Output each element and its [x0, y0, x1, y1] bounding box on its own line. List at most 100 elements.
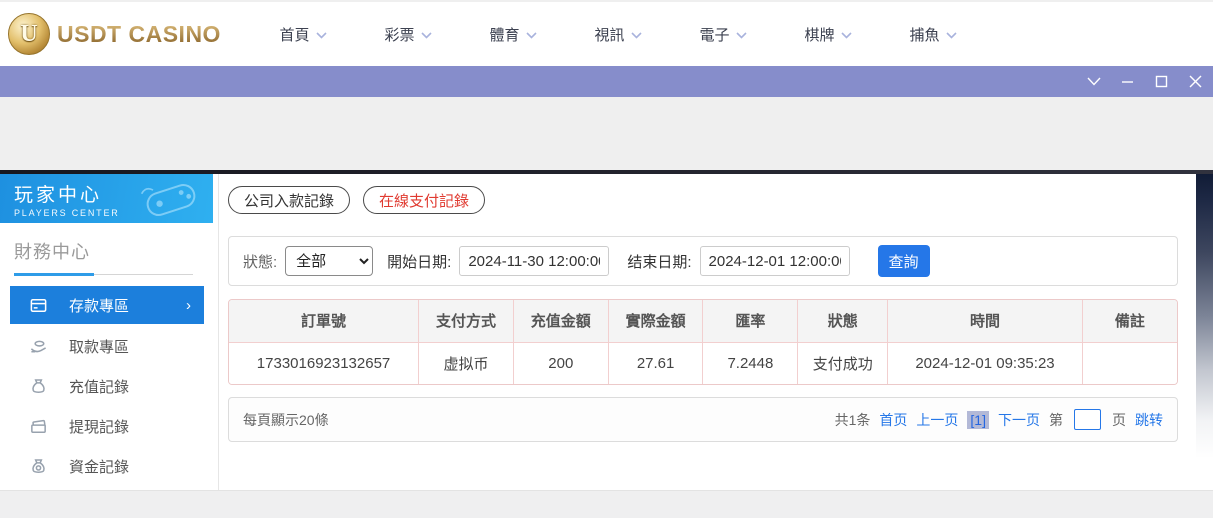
col-payment-method: 支付方式	[419, 300, 514, 342]
col-remark: 備註	[1082, 300, 1177, 342]
filter-bar: 狀態: 全部 開始日期: 结束日期: 查詢	[228, 236, 1178, 286]
sidebar-item-recharge-record[interactable]: 充值記錄	[0, 366, 213, 406]
col-time: 時間	[888, 300, 1082, 342]
sidebar: 玩家中心 PLAYERS CENTER 財務中心 存款專區	[0, 174, 213, 490]
pagination-controls: 共1条 首页 上一页 [1] 下一页 第 页 跳转	[835, 409, 1163, 430]
chevron-right-icon: ›	[186, 297, 191, 314]
col-status: 狀態	[798, 300, 888, 342]
content-area: 玩家中心 PLAYERS CENTER 財務中心 存款專區	[0, 174, 1213, 490]
nav-item-fishing[interactable]: 捕魚	[881, 24, 986, 45]
chevron-down-icon	[421, 32, 432, 39]
col-exchange-rate: 匯率	[703, 300, 798, 342]
spacer-band	[0, 97, 1213, 170]
end-date-input[interactable]	[700, 246, 850, 276]
nav-label: 棋牌	[804, 24, 834, 45]
gamepad-icon	[137, 179, 205, 221]
nav-label: 首頁	[279, 24, 309, 45]
recharge-bag-icon	[29, 377, 48, 396]
sidebar-item-label: 取款專區	[69, 336, 129, 357]
col-recharge-amount: 充值金額	[513, 300, 608, 342]
cell-remark	[1082, 342, 1177, 384]
withdraw-hand-icon	[29, 337, 48, 356]
nav-label: 電子	[699, 24, 729, 45]
cell-recharge-amount: 200	[513, 342, 608, 384]
brand-logo[interactable]: U USDT CASINO	[8, 13, 221, 55]
start-date-input[interactable]	[459, 246, 609, 276]
tab-company-deposit-record[interactable]: 公司入款記錄	[228, 186, 350, 214]
end-date-label: 结束日期:	[627, 251, 691, 272]
minimize-icon[interactable]	[1119, 73, 1136, 90]
col-order-number: 訂單號	[229, 300, 419, 342]
table-header-row: 訂單號 支付方式 充值金額 實際金額 匯率 狀態 時間 備註	[229, 300, 1177, 342]
nav-label: 捕魚	[909, 24, 939, 45]
deposit-card-icon	[29, 296, 48, 315]
page-size-text: 每頁顯示20條	[243, 410, 329, 430]
total-count: 共1条	[835, 410, 871, 430]
cell-order-number: 1733016923132657	[229, 342, 419, 384]
window-titlebar	[0, 66, 1213, 97]
brand-name: USDT CASINO	[57, 21, 221, 48]
nav-label: 彩票	[384, 24, 414, 45]
sidebar-menu: 存款專區 › 取款專區 充值記錄 提現記錄	[0, 286, 213, 490]
cell-status: 支付成功	[798, 342, 888, 384]
search-button[interactable]: 查詢	[878, 245, 930, 277]
current-page-badge: [1]	[967, 411, 989, 429]
tab-online-payment-record[interactable]: 在線支付記錄	[363, 186, 485, 214]
sidebar-item-label: 資金記錄	[69, 456, 129, 477]
top-header: U USDT CASINO 首頁 彩票 體育 視訊 電子 棋牌 捕魚	[0, 0, 1213, 66]
chevron-down-icon	[841, 32, 852, 39]
nav-label: 視訊	[594, 24, 624, 45]
withdraw-record-icon	[29, 417, 48, 436]
chevron-down-icon	[526, 32, 537, 39]
cell-time: 2024-12-01 09:35:23	[888, 342, 1082, 384]
close-icon[interactable]	[1187, 73, 1204, 90]
background-edge-gradient	[1196, 174, 1213, 490]
chevron-down-icon	[946, 32, 957, 39]
prev-page-link[interactable]: 上一页	[916, 410, 958, 430]
cell-payment-method: 虚拟币	[419, 342, 514, 384]
jump-action-link[interactable]: 跳转	[1135, 410, 1163, 430]
nav-item-sports[interactable]: 體育	[461, 24, 566, 45]
finance-center-title: 財務中心	[14, 238, 213, 264]
logo-letter: U	[20, 21, 37, 48]
collapse-chevron-icon[interactable]	[1085, 73, 1102, 90]
jump-prefix-label: 第	[1049, 410, 1063, 430]
start-date-label: 開始日期:	[387, 251, 451, 272]
logo-ball-icon: U	[8, 13, 50, 55]
cell-exchange-rate: 7.2448	[703, 342, 798, 384]
sidebar-item-label: 提現記錄	[69, 416, 129, 437]
records-table-container: 訂單號 支付方式 充值金額 實際金額 匯率 狀態 時間 備註 173301692…	[228, 299, 1178, 385]
status-select[interactable]: 全部	[285, 246, 373, 276]
nav-item-slots[interactable]: 電子	[671, 24, 776, 45]
record-tabs: 公司入款記錄 在線支付記錄	[228, 186, 1196, 214]
nav-item-live[interactable]: 視訊	[566, 24, 671, 45]
pagination-bar: 每頁顯示20條 共1条 首页 上一页 [1] 下一页 第 页 跳转	[228, 397, 1178, 442]
sidebar-item-withdraw-record[interactable]: 提現記錄	[0, 406, 213, 446]
sidebar-item-withdraw[interactable]: 取款專區	[0, 326, 213, 366]
players-center-header: 玩家中心 PLAYERS CENTER	[0, 174, 213, 223]
cell-actual-amount: 27.61	[608, 342, 703, 384]
records-table: 訂單號 支付方式 充值金額 實際金額 匯率 狀態 時間 備註 173301692…	[229, 300, 1177, 384]
main-panel: 公司入款記錄 在線支付記錄 狀態: 全部 開始日期: 结束日期: 查詢 訂單號 …	[219, 174, 1196, 490]
bottom-bar	[0, 490, 1213, 518]
jump-suffix-label: 页	[1112, 410, 1126, 430]
chevron-down-icon	[631, 32, 642, 39]
main-nav: 首頁 彩票 體育 視訊 電子 棋牌 捕魚	[251, 24, 986, 45]
nav-item-lottery[interactable]: 彩票	[356, 24, 461, 45]
next-page-link[interactable]: 下一页	[998, 410, 1040, 430]
jump-page-input[interactable]	[1074, 409, 1101, 430]
table-row: 1733016923132657 虚拟币 200 27.61 7.2448 支付…	[229, 342, 1177, 384]
nav-item-boardgames[interactable]: 棋牌	[776, 24, 881, 45]
chevron-down-icon	[316, 32, 327, 39]
nav-label: 體育	[489, 24, 519, 45]
sidebar-item-funds-record[interactable]: 資金記錄	[0, 446, 213, 486]
status-label: 狀態:	[243, 251, 277, 272]
first-page-link[interactable]: 首页	[879, 410, 907, 430]
sidebar-item-deposit[interactable]: 存款專區 ›	[10, 286, 204, 324]
sidebar-item-label: 存款專區	[69, 295, 129, 316]
sidebar-divider	[14, 273, 193, 276]
chevron-down-icon	[736, 32, 747, 39]
col-actual-amount: 實際金額	[608, 300, 703, 342]
nav-item-home[interactable]: 首頁	[251, 24, 356, 45]
maximize-icon[interactable]	[1153, 73, 1170, 90]
